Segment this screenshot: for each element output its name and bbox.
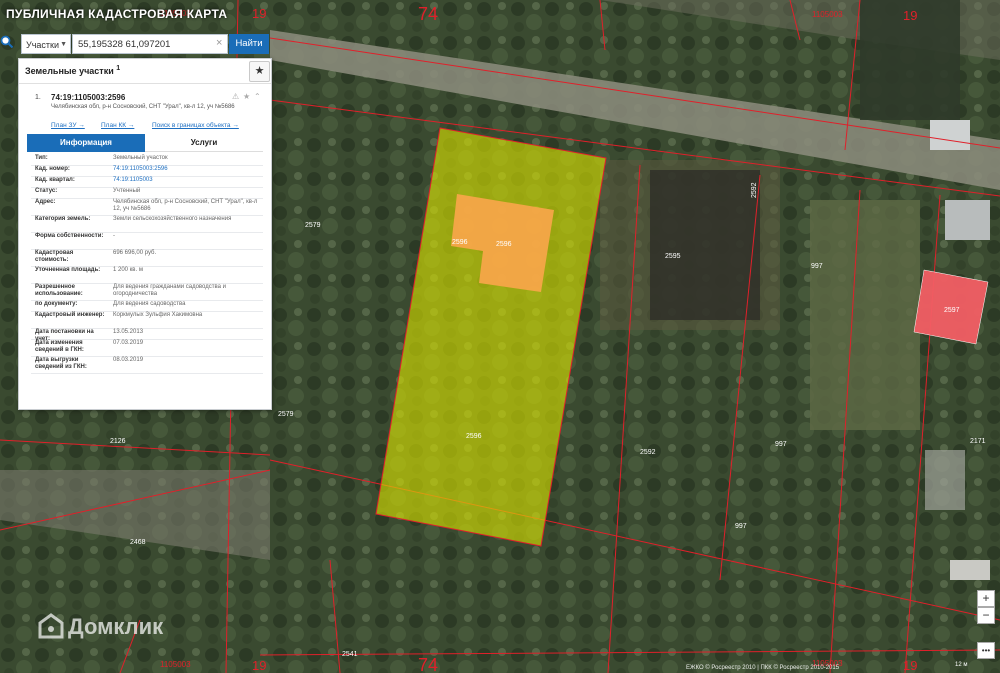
map-label-parcel: 2596: [466, 433, 482, 440]
chevron-down-icon: ▼: [60, 41, 67, 48]
search-bar: Участки ▼ × Найти: [0, 33, 272, 55]
attribute-key: Статус:: [35, 188, 58, 194]
map-label-parcel: 2596: [452, 239, 468, 246]
attribute-row: Разрешенное использование: Для ведения гр…: [31, 283, 263, 301]
more-tools-button[interactable]: •••: [977, 642, 995, 659]
map-attribution: ЕЖКО © Росреестр 2010 | ПКК © Росреестр …: [686, 665, 840, 671]
attribute-value: 07.03.2019: [113, 340, 144, 346]
map-label-19: 19: [252, 658, 266, 673]
attribute-row: Категория земель: Земли сельскохозяйствен…: [31, 215, 263, 233]
link-plan-zu[interactable]: План ЗУ →: [51, 122, 85, 129]
attribute-key: Дата выгрузки сведений из ГКН:: [35, 357, 87, 370]
info-panel: Земельные участки 1 ★ 1. 74:19:1105003:2…: [18, 58, 272, 410]
map-label-quarter: 1105003: [812, 10, 843, 19]
map-label-parcel: 997: [811, 263, 823, 270]
result-item[interactable]: 1. 74:19:1105003:2596 Челябинская обл, р…: [19, 89, 271, 125]
attribute-key: Категория земель:: [35, 216, 91, 222]
result-cadastral-number: 74:19:1105003:2596: [51, 93, 126, 102]
panel-header: Земельные участки 1 ★: [19, 59, 271, 84]
map-label-parcel: 2592: [640, 449, 656, 456]
map-label-74-bottom: 74: [418, 655, 438, 673]
attribute-key: Форма собственности:: [35, 233, 104, 239]
map-label-quarter: 1105003: [160, 660, 191, 669]
warning-icon[interactable]: ⚠: [232, 92, 239, 101]
attribute-key: Кадастровый инженер:: [35, 312, 105, 318]
map-label-parcel: 2171: [970, 438, 986, 445]
result-address: Челябинская обл, р-н Сосновский, СНТ "Ур…: [51, 104, 235, 110]
map-label-19: 19: [903, 658, 917, 673]
attribute-value: 696 696,00 руб.: [113, 250, 157, 256]
attribute-key: Уточненная площадь:: [35, 267, 101, 273]
attribute-key: Дата изменения сведений в ГКН:: [35, 340, 84, 353]
app-title: ПУБЛИЧНАЯ КАДАСТРОВАЯ КАРТА: [6, 7, 228, 21]
panel-title: Земельные участки 1: [25, 65, 121, 76]
map-scale: 12 м: [955, 662, 968, 668]
attribute-row: Форма собственности: -: [31, 232, 263, 250]
attribute-row: Дата изменения сведений в ГКН: 07.03.2019: [31, 339, 263, 357]
attribute-value[interactable]: 74:19:1105003:2596: [113, 166, 259, 173]
link-plan-kk[interactable]: План КК →: [101, 122, 134, 129]
attribute-value: Учтенный: [113, 188, 141, 194]
map-label-19: 19: [903, 8, 917, 23]
attribute-value: Для ведения садоводства: [113, 301, 186, 307]
attribute-key: Кадастровая стоимость:: [35, 250, 74, 263]
attribute-key: Кад. номер:: [35, 166, 70, 172]
map-label-parcel: 997: [735, 523, 747, 530]
watermark: Домклик: [38, 613, 163, 640]
object-type-value: Участки: [26, 40, 59, 50]
map-label-parcel: 2595: [665, 253, 681, 260]
map-label-parcel: 2579: [305, 222, 321, 229]
find-button[interactable]: Найти: [229, 34, 269, 54]
map-label-parcel: 2541: [342, 651, 358, 658]
attribute-key: Разрешенное использование:: [35, 284, 83, 297]
search-icon[interactable]: [0, 35, 16, 53]
home-logo-icon: [38, 613, 64, 639]
attribute-row: Кадастровый инженер: Коркмулых Зульфия Ха…: [31, 311, 263, 329]
favorite-star-icon[interactable]: ★: [249, 61, 270, 82]
panel-tabs: Информация Услуги: [27, 134, 263, 152]
map-label-parcel: 2579: [278, 411, 294, 418]
attribute-value: Челябинская обл, р-н Сосновский, СНТ "Ур…: [113, 199, 258, 212]
result-links: План ЗУ → План КК → Поиск в границах объ…: [51, 122, 271, 132]
star-icon[interactable]: ★: [243, 92, 250, 101]
attribute-row: Кадастровая стоимость: 696 696,00 руб.: [31, 249, 263, 267]
collapse-icon[interactable]: ⌃: [254, 92, 261, 101]
attribute-value[interactable]: 74:19:1105003: [113, 177, 259, 184]
attribute-key: по документу:: [35, 301, 78, 307]
tab-information[interactable]: Информация: [27, 134, 145, 152]
attribute-value: 08.03.2019: [113, 357, 144, 363]
map-label-parcel: 2597: [944, 307, 960, 314]
link-search-bounds[interactable]: Поиск в границах объекта →: [152, 122, 239, 129]
zoom-out-button[interactable]: −: [977, 607, 995, 624]
attribute-key: Адрес:: [35, 199, 56, 205]
attribute-value: 13.05.2013: [113, 329, 144, 335]
object-type-select[interactable]: Участки ▼: [21, 34, 71, 54]
attribute-key: Кад. квартал:: [35, 177, 75, 183]
attribute-value: Земельный участок: [113, 155, 168, 161]
map-label-parcel: 2596: [496, 241, 512, 248]
attribute-value: Коркмулых Зульфия Хакимовна: [113, 312, 203, 318]
attribute-value: Земли сельскохозяйственного назначения: [113, 216, 232, 222]
result-index: 1.: [35, 94, 41, 101]
map-label-74-top: 74: [418, 4, 438, 24]
map-label-19: 19: [252, 6, 266, 21]
attribute-row: Адрес: Челябинская обл, р-н Сосновский, С…: [31, 198, 263, 216]
attribute-value: 1 200 кв. м: [113, 267, 143, 273]
attribute-row: Уточненная площадь: 1 200 кв. м: [31, 266, 263, 284]
zoom-in-button[interactable]: +: [977, 590, 995, 607]
attribute-value: -: [113, 233, 115, 239]
map-label-parcel: 2592: [751, 182, 758, 198]
clear-icon[interactable]: ×: [216, 37, 222, 49]
attribute-value: Для ведения гражданами садоводства и ого…: [113, 284, 226, 297]
tab-services[interactable]: Услуги: [145, 134, 263, 152]
map-label-parcel: 2126: [110, 438, 126, 445]
map-label-parcel: 997: [775, 441, 787, 448]
map-label-parcel: 2468: [130, 539, 146, 546]
attribute-row: Дата выгрузки сведений из ГКН: 08.03.2019: [31, 356, 263, 374]
result-count: 1: [116, 65, 121, 72]
coordinates-input[interactable]: [72, 34, 228, 54]
attribute-key: Тип:: [35, 155, 48, 161]
